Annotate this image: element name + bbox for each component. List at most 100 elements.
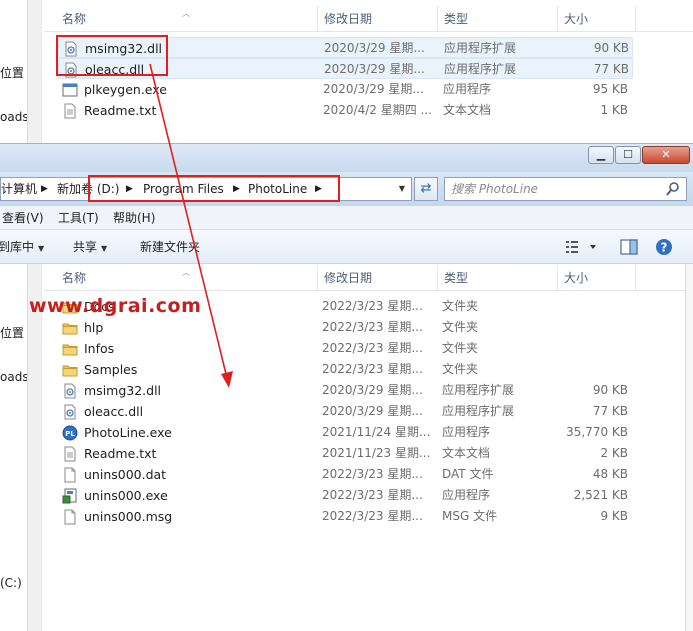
search-icon[interactable] bbox=[666, 181, 680, 197]
file-name: msimg32.dll bbox=[84, 383, 162, 398]
sort-up-icon: ︿ bbox=[182, 9, 190, 18]
help-icon[interactable]: ? bbox=[655, 237, 673, 257]
file-name: unins000.dat bbox=[84, 467, 167, 482]
photoline-icon: PL bbox=[62, 425, 78, 441]
column-date[interactable]: 修改日期 bbox=[318, 265, 438, 291]
nav-item[interactable]: (C:) bbox=[0, 576, 22, 590]
file-date: 2020/3/29 星期... bbox=[322, 383, 423, 397]
file-date: 2021/11/24 星期... bbox=[322, 425, 431, 439]
highlight-box-address bbox=[88, 175, 340, 202]
file-row[interactable]: unins000.msg 2022/3/23 星期... MSG 文件 9 KB bbox=[58, 506, 633, 527]
minimize-button[interactable]: ▁ bbox=[588, 146, 614, 164]
file-row[interactable]: Readme.txt 2021/11/23 星期... 文本文档 2 KB bbox=[58, 443, 633, 464]
sort-up-icon: ︿ bbox=[182, 268, 190, 277]
file-name: unins000.msg bbox=[84, 509, 173, 524]
file-type: 应用程序 bbox=[442, 488, 491, 502]
chevron-right-icon[interactable]: ▶ bbox=[41, 178, 48, 200]
refresh-button[interactable]: ⇄ bbox=[414, 177, 438, 201]
menu-tools[interactable]: 工具(T) bbox=[58, 206, 99, 230]
file-size: 48 KB bbox=[592, 467, 628, 481]
share-button[interactable]: 共享 ▼ bbox=[73, 230, 107, 264]
file-size: 77 KB bbox=[592, 404, 628, 418]
navigation-pane[interactable]: 位置 oads bbox=[0, 0, 42, 143]
include-label: 到库中 bbox=[0, 240, 35, 254]
file-row[interactable]: oleacc.dll 2020/3/29 星期... 应用程序扩展 77 KB bbox=[58, 401, 633, 422]
txt-icon bbox=[62, 446, 78, 462]
file-row[interactable]: unins000.dat 2022/3/23 星期... DAT 文件 48 KB bbox=[58, 464, 633, 485]
file-date: 2022/3/23 星期... bbox=[322, 299, 423, 313]
file-type: 文件夹 bbox=[442, 362, 479, 376]
file-size: 77 KB bbox=[593, 62, 629, 76]
column-header-row: 名称 ︿ 修改日期 类型 大小 bbox=[44, 6, 693, 32]
file-name: Readme.txt bbox=[84, 446, 157, 461]
file-row[interactable]: Readme.txt 2020/4/2 星期四 ... 文本文档 1 KB bbox=[58, 100, 633, 121]
file-date: 2020/3/29 星期... bbox=[323, 82, 424, 96]
file-name: plkeygen.exe bbox=[84, 82, 167, 97]
file-row[interactable]: PL PhotoLine.exe 2021/11/24 星期... 应用程序 35,77… bbox=[58, 422, 633, 443]
file-type: 应用程序 bbox=[443, 82, 492, 96]
file-size: 95 KB bbox=[592, 82, 628, 96]
file-type: 文本文档 bbox=[442, 446, 491, 460]
file-list-scrollbar[interactable] bbox=[685, 264, 693, 631]
menu-help[interactable]: 帮助(H) bbox=[113, 206, 155, 230]
view-options-icon[interactable] bbox=[565, 237, 599, 257]
nav-item[interactable]: oads bbox=[0, 110, 29, 124]
column-type[interactable]: 类型 bbox=[438, 265, 558, 291]
nav-scrollbar[interactable] bbox=[27, 264, 41, 631]
txt-icon bbox=[62, 103, 78, 119]
breadcrumb-computer[interactable]: 计算机 bbox=[1, 178, 37, 200]
svg-text:?: ? bbox=[661, 241, 668, 255]
toolbar: 到库中 ▼ 共享 ▼ 新建文件夹 ? bbox=[0, 230, 693, 264]
column-size[interactable]: 大小 bbox=[558, 6, 636, 32]
file-date: 2020/3/29 星期... bbox=[324, 62, 425, 76]
file-type: 应用程序扩展 bbox=[442, 383, 515, 397]
svg-text:PL: PL bbox=[65, 430, 75, 438]
folder-icon bbox=[62, 341, 78, 357]
menu-view[interactable]: 查看(V) bbox=[2, 206, 44, 230]
file-row[interactable]: Samples 2022/3/23 星期... 文件夹 bbox=[58, 359, 633, 380]
file-type: 应用程序扩展 bbox=[444, 62, 517, 76]
title-bar[interactable]: ▁ ☐ ✕ bbox=[0, 144, 693, 172]
file-name: unins000.exe bbox=[84, 488, 168, 503]
file-name: oleacc.dll bbox=[84, 404, 144, 419]
file-name: hlp bbox=[84, 320, 104, 335]
search-input[interactable] bbox=[451, 180, 651, 198]
folder-icon bbox=[62, 362, 78, 378]
file-row[interactable]: hlp 2022/3/23 星期... 文件夹 bbox=[58, 317, 633, 338]
nav-item[interactable]: oads bbox=[0, 370, 29, 384]
column-size[interactable]: 大小 bbox=[558, 265, 636, 291]
file-type: 文件夹 bbox=[442, 299, 479, 313]
file-date: 2022/3/23 星期... bbox=[322, 320, 423, 334]
file-size: 90 KB bbox=[592, 383, 628, 397]
column-date[interactable]: 修改日期 bbox=[318, 6, 438, 32]
file-date: 2022/3/23 星期... bbox=[322, 341, 423, 355]
maximize-button[interactable]: ☐ bbox=[615, 146, 641, 164]
chevron-down-icon: ▼ bbox=[38, 244, 45, 253]
navigation-pane[interactable]: 位置 oads (C:) bbox=[0, 264, 42, 631]
file-row[interactable]: msimg32.dll 2020/3/29 星期... 应用程序扩展 90 KB bbox=[58, 380, 633, 401]
menu-bar: 查看(V) 工具(T) 帮助(H) bbox=[0, 206, 693, 230]
file-type: 文本文档 bbox=[443, 103, 492, 117]
nav-scrollbar[interactable] bbox=[27, 0, 41, 143]
file-date: 2022/3/23 星期... bbox=[322, 467, 423, 481]
file-icon bbox=[62, 467, 78, 483]
watermark-text: www.dgrai.com bbox=[29, 295, 202, 317]
search-box[interactable] bbox=[444, 177, 687, 201]
new-folder-button[interactable]: 新建文件夹 bbox=[140, 230, 200, 264]
file-date: 2022/3/23 星期... bbox=[322, 509, 423, 523]
file-row[interactable]: unins000.exe 2022/3/23 星期... 应用程序 2,521 KB bbox=[58, 485, 633, 506]
nav-item[interactable]: 位置 bbox=[0, 324, 24, 341]
include-in-library-button[interactable]: 到库中 ▼ bbox=[0, 230, 44, 264]
exe-icon bbox=[62, 82, 78, 98]
file-row[interactable]: plkeygen.exe 2020/3/29 星期... 应用程序 95 KB bbox=[58, 79, 633, 100]
dll-icon bbox=[62, 383, 78, 399]
close-button[interactable]: ✕ bbox=[642, 146, 690, 164]
address-dropdown-icon[interactable]: ▼ bbox=[393, 178, 411, 200]
file-type: 应用程序扩展 bbox=[444, 41, 517, 55]
file-type: DAT 文件 bbox=[442, 467, 494, 481]
column-type[interactable]: 类型 bbox=[438, 6, 558, 32]
file-row[interactable]: Infos 2022/3/23 星期... 文件夹 bbox=[58, 338, 633, 359]
nav-item[interactable]: 位置 bbox=[0, 64, 24, 81]
file-name: PhotoLine.exe bbox=[84, 425, 172, 440]
preview-pane-icon[interactable] bbox=[619, 237, 639, 257]
